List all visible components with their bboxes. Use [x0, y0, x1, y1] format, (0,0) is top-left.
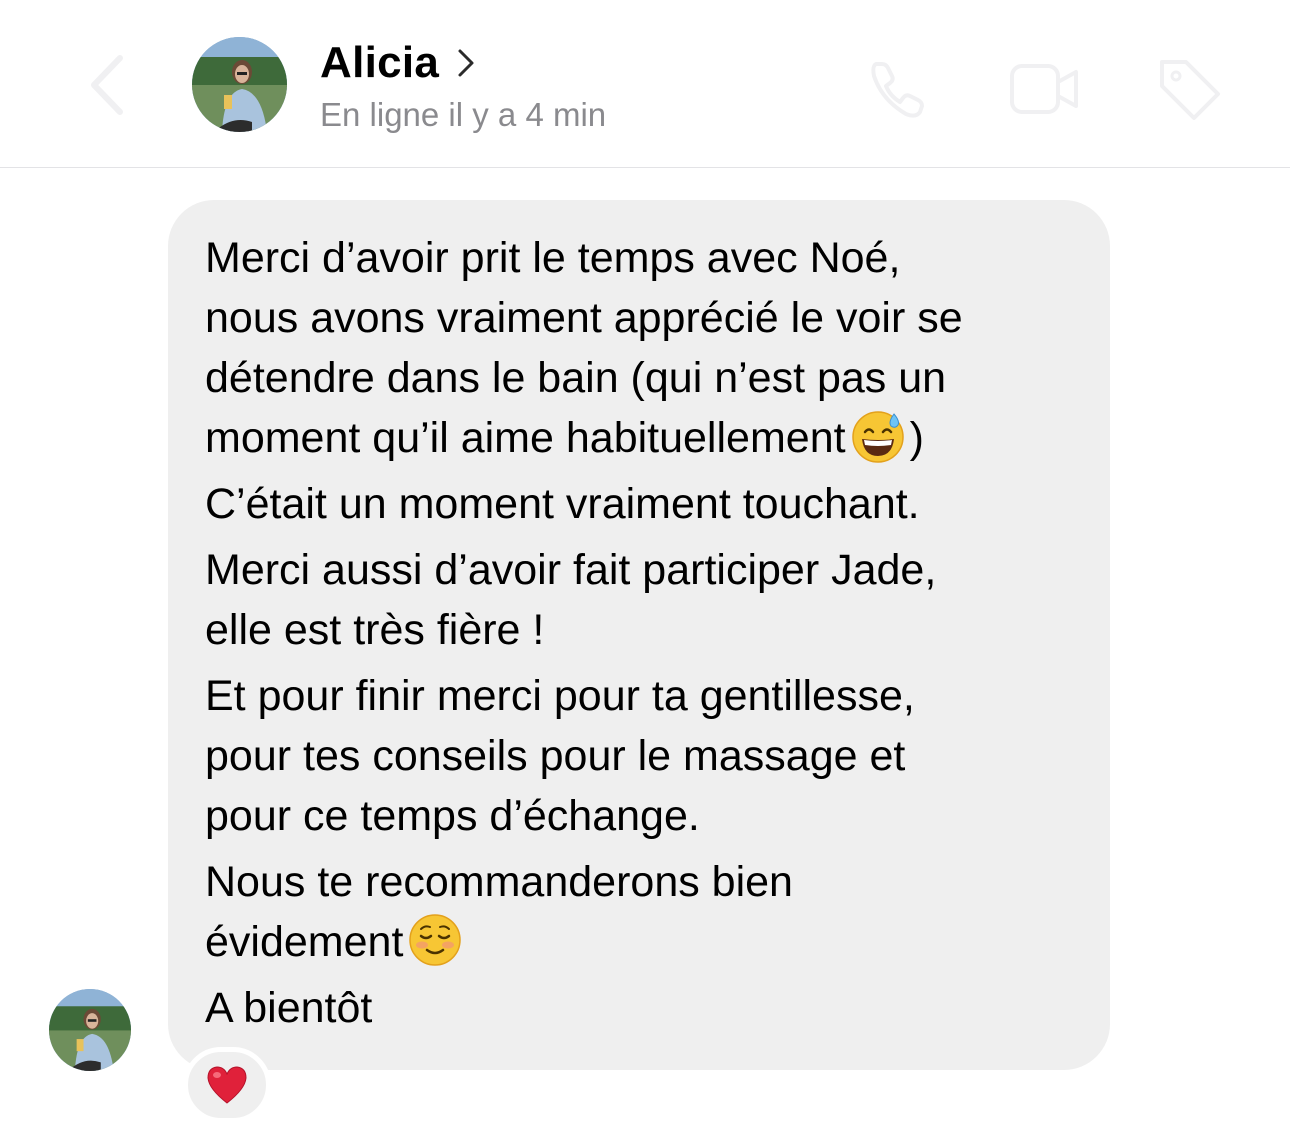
message-bubble[interactable]: Merci d’avoir prit le temps avec Noé, no…	[168, 200, 1110, 1070]
message-line: C’était un moment vraiment touchant.	[205, 480, 920, 528]
sender-avatar[interactable]	[49, 989, 131, 1071]
video-camera-icon[interactable]	[1008, 52, 1082, 126]
tag-icon[interactable]	[1152, 52, 1226, 126]
message-line: pour ce temps d’échange.	[205, 792, 700, 840]
message-line: Merci d’avoir prit le temps avec Noé,	[205, 234, 901, 282]
phone-icon[interactable]	[862, 52, 936, 126]
message-line-suffix: )	[909, 414, 924, 462]
message-line: A bientôt	[205, 984, 373, 1032]
contact-name[interactable]: Alicia	[320, 38, 439, 88]
grinning-sweat-emoji	[851, 411, 904, 463]
chevron-right-icon	[458, 49, 474, 77]
message-line: détendre dans le bain (qui n’est pas un	[205, 354, 947, 402]
message-line: Et pour finir merci pour ta gentillesse,	[205, 672, 915, 720]
heart-emoji	[207, 1066, 247, 1104]
smiling-blush-emoji	[409, 914, 462, 966]
message-line: nous avons vraiment apprécié le voir se	[205, 294, 963, 342]
message-line: Nous te recommanderons bien	[205, 858, 793, 906]
message-line-with-emoji: évidement	[205, 912, 1074, 972]
message-line: elle est très fière !	[205, 606, 545, 654]
message-line-with-emoji: moment qu’il aime habituellement )	[205, 408, 1074, 468]
message-line: Merci aussi d’avoir fait participer Jade…	[205, 546, 937, 594]
back-chevron-icon[interactable]	[80, 50, 140, 120]
message-line-text: moment qu’il aime habituellement	[205, 414, 846, 462]
reaction-badge[interactable]	[183, 1047, 271, 1123]
chat-header: Alicia En ligne il y a 4 min	[0, 0, 1290, 168]
contact-avatar[interactable]	[192, 37, 287, 132]
message-line-text: évidement	[205, 918, 404, 966]
contact-info[interactable]: Alicia En ligne il y a 4 min	[320, 38, 606, 138]
message-line: pour tes conseils pour le massage et	[205, 732, 906, 780]
online-status: En ligne il y a 4 min	[320, 96, 607, 133]
